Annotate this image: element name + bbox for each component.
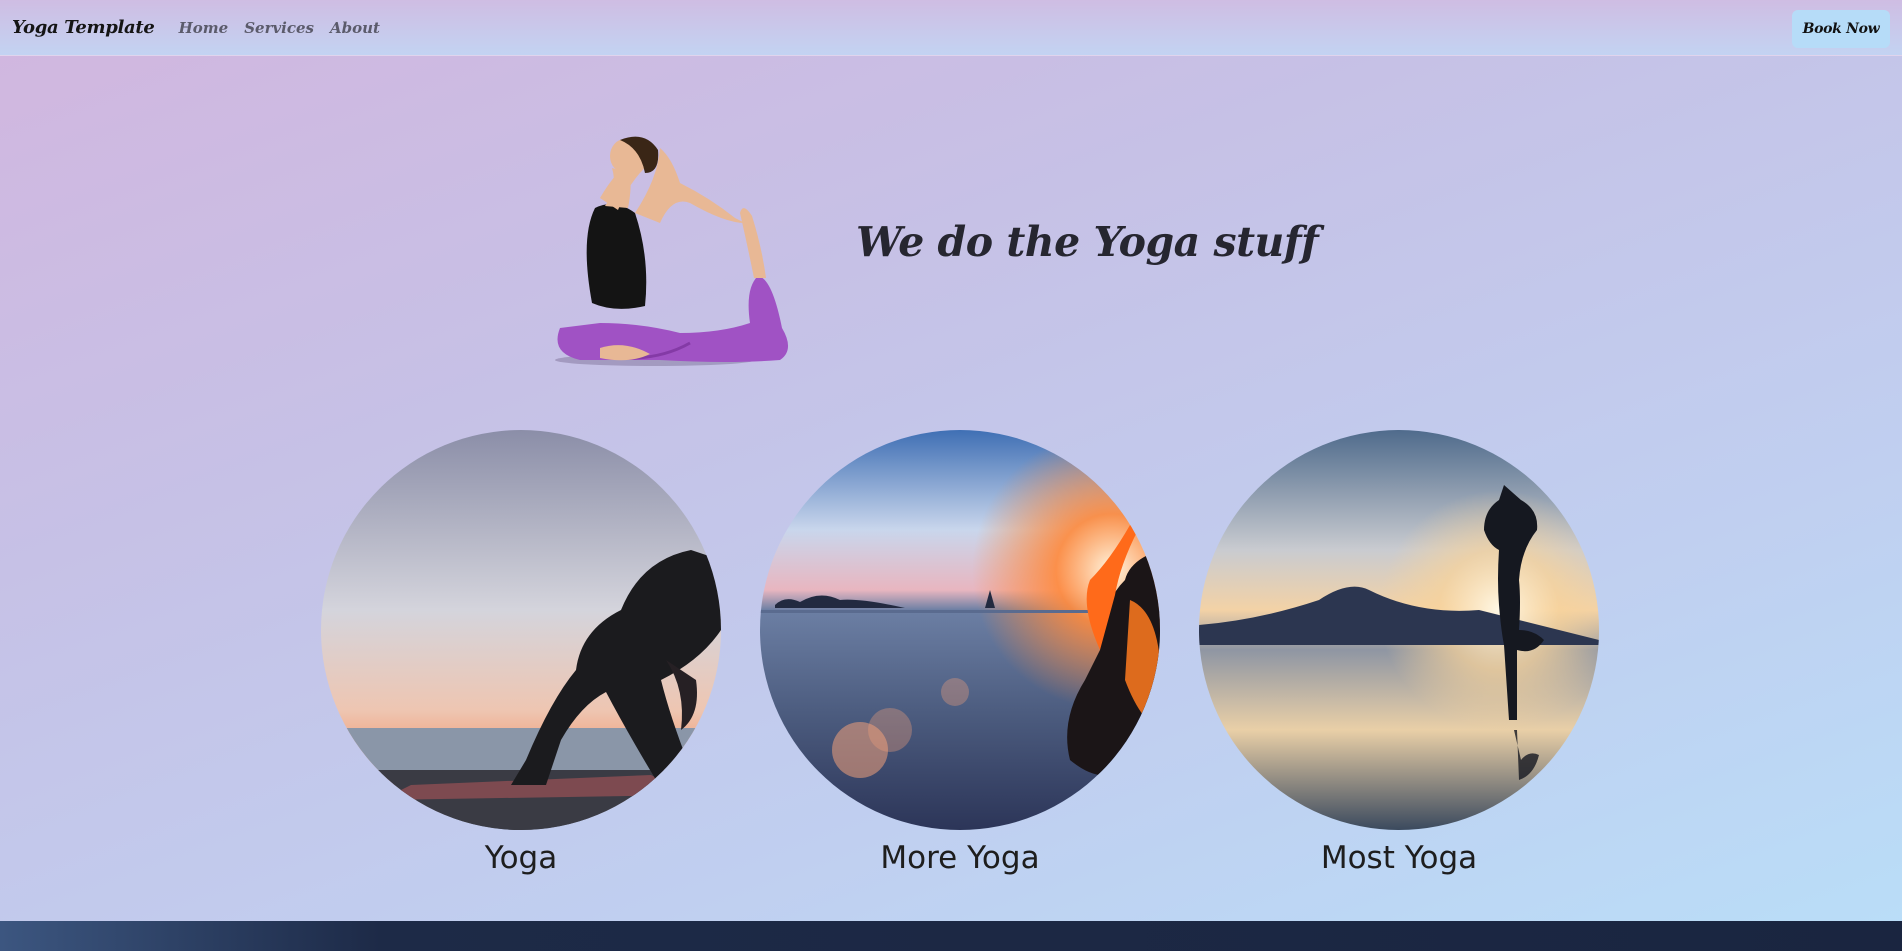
footer-bar (0, 921, 1902, 951)
card-image-tree-pose (1199, 430, 1599, 830)
service-card-most-yoga[interactable]: Most Yoga (1199, 430, 1599, 876)
card-image-sunset-pose (321, 430, 721, 830)
nav-link-services[interactable]: Services (244, 19, 314, 37)
card-image-beach-sunset (760, 430, 1160, 830)
hero-yoga-pose-image (540, 128, 800, 373)
card-caption-most-yoga: Most Yoga (1320, 840, 1478, 876)
nav-link-about[interactable]: About (330, 19, 380, 37)
book-now-button[interactable]: Book Now (1792, 10, 1890, 48)
top-navbar: Yoga Template Home Services About Book N… (0, 0, 1902, 56)
service-card-more-yoga[interactable]: More Yoga (760, 430, 1160, 876)
card-caption-more-yoga: More Yoga (880, 840, 1040, 876)
card-caption-yoga: Yoga (484, 840, 558, 876)
service-card-yoga[interactable]: Yoga (321, 430, 721, 876)
nav-link-home[interactable]: Home (179, 19, 229, 37)
brand-logo[interactable]: Yoga Template (12, 17, 155, 38)
hero-title: We do the Yoga stuff (856, 218, 1319, 266)
